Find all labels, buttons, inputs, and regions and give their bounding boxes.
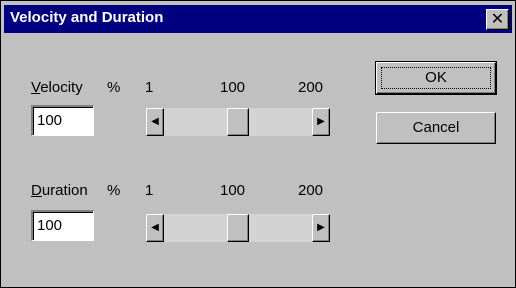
arrow-left-icon: ◀	[151, 222, 159, 233]
duration-scale-mid: 100	[220, 182, 246, 199]
velocity-label-rest: elocity	[40, 79, 83, 96]
duration-slider[interactable]: ◀ ▶	[146, 214, 330, 242]
velocity-scale-min: 1	[145, 79, 154, 96]
ok-button-label: OK	[425, 69, 447, 86]
duration-unit: %	[107, 182, 121, 199]
title-bar[interactable]: Velocity and Duration ✕	[4, 5, 512, 33]
velocity-unit: %	[107, 79, 121, 96]
dialog-title: Velocity and Duration	[10, 9, 164, 26]
velocity-input[interactable]: 100	[31, 105, 94, 136]
duration-label: Duration	[31, 182, 88, 199]
velocity-slider[interactable]: ◀ ▶	[146, 108, 330, 136]
velocity-slider-left-button[interactable]: ◀	[146, 108, 164, 136]
ok-button[interactable]: OK	[375, 61, 497, 95]
velocity-label: Velocity	[31, 79, 83, 96]
velocity-access-key: V	[31, 79, 41, 96]
duration-slider-right-button[interactable]: ▶	[312, 214, 330, 242]
velocity-slider-thumb[interactable]	[227, 108, 249, 136]
duration-slider-left-button[interactable]: ◀	[146, 214, 164, 242]
cancel-button-label: Cancel	[412, 119, 460, 136]
arrow-right-icon: ▶	[317, 222, 325, 233]
velocity-slider-right-button[interactable]: ▶	[312, 108, 330, 136]
cancel-button[interactable]: Cancel	[376, 112, 496, 144]
duration-scale-max: 200	[298, 182, 324, 199]
duration-scale-min: 1	[145, 182, 154, 199]
close-button[interactable]: ✕	[486, 9, 509, 30]
duration-access-key: D	[31, 182, 42, 199]
arrow-right-icon: ▶	[317, 116, 325, 127]
arrow-left-icon: ◀	[151, 116, 159, 127]
velocity-scale-max: 200	[298, 79, 324, 96]
duration-label-rest: uration	[41, 182, 88, 199]
velocity-scale-mid: 100	[220, 79, 246, 96]
duration-slider-thumb[interactable]	[227, 214, 249, 242]
close-icon: ✕	[490, 11, 505, 28]
duration-input[interactable]: 100	[31, 210, 94, 241]
velocity-duration-dialog: Velocity and Duration ✕ Velocity % 1 100…	[0, 0, 516, 288]
